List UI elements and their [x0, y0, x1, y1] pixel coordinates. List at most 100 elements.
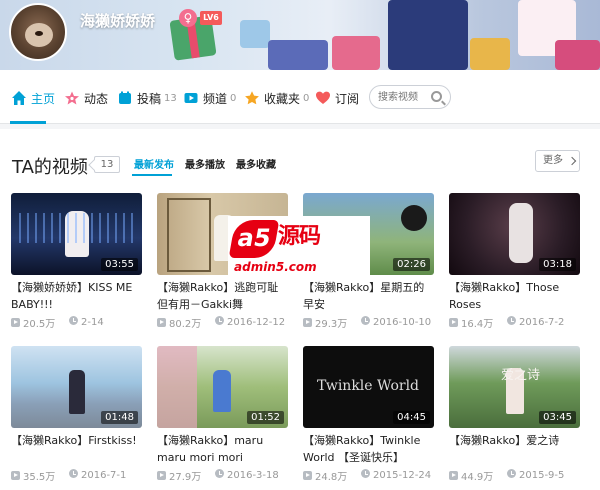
- tab-favorites[interactable]: 收藏夹 0: [244, 88, 309, 108]
- video-thumbnail[interactable]: 01:48: [11, 346, 142, 428]
- video-meta: 80.2万 2016-12-12: [157, 315, 288, 330]
- video-title[interactable]: 【海獭Rakko】maru maru mori mori: [157, 432, 288, 464]
- banner-decoration: [240, 20, 270, 48]
- heart-icon: [316, 91, 330, 104]
- video-views: 24.8万: [315, 472, 348, 483]
- video-meta: 44.9万 2015-9-5: [449, 468, 580, 483]
- play-count-icon: [11, 471, 20, 480]
- search-icon[interactable]: [431, 91, 442, 102]
- gift-box-decoration: [470, 38, 510, 70]
- video-title[interactable]: 【海獭Rakko】Firstkiss!: [11, 432, 142, 464]
- video-views: 35.5万: [23, 472, 56, 483]
- character-decoration: [388, 0, 468, 70]
- video-card[interactable]: Twinkle World 04:45 【海獭Rakko】Twinkle Wor…: [303, 346, 434, 488]
- video-title[interactable]: 【海獭Rakko】星期五的早安: [303, 279, 434, 311]
- video-thumbnail[interactable]: 爱之诗 03:45: [449, 346, 580, 428]
- clock-icon: [507, 469, 516, 478]
- tab-activity[interactable]: 动态: [64, 88, 108, 108]
- thumbnail-caption: 爱之诗: [501, 368, 541, 383]
- profile-banner: 海獭娇娇娇 ♀ LV6: [0, 0, 600, 70]
- search-input[interactable]: [378, 89, 430, 105]
- video-meta: 35.5万 2016-7-1: [11, 468, 142, 483]
- clock-icon: [361, 469, 370, 478]
- video-card[interactable]: 03:55 【海獭娇娇娇】KISS ME BABY!!! 20.5万 2-14: [11, 193, 142, 335]
- tab-uploads[interactable]: 投稿 13: [117, 88, 177, 108]
- video-duration: 01:48: [101, 411, 138, 424]
- clock-icon: [361, 316, 370, 325]
- tab-subscriptions[interactable]: 订阅: [315, 88, 359, 108]
- video-card[interactable]: 03:18 【海獭Rakko】Those Roses 16.4万 2016-7-…: [449, 193, 580, 335]
- sort-tab-newest[interactable]: 最新发布: [134, 156, 174, 171]
- tab-uploads-label: 投稿: [137, 91, 162, 106]
- play-count-icon: [157, 318, 166, 327]
- sort-tab-indicator: [132, 174, 172, 176]
- chevron-right-icon: [567, 156, 577, 166]
- video-title[interactable]: 【海獭Rakko】Twinkle World 【圣诞快乐】: [303, 432, 434, 464]
- more-button[interactable]: 更多: [535, 150, 580, 172]
- activity-icon: [65, 91, 79, 105]
- video-duration: 02:26: [393, 258, 430, 271]
- video-date: 2-14: [81, 317, 104, 328]
- tab-home[interactable]: 主页: [11, 88, 55, 108]
- video-duration: 04:45: [393, 411, 430, 424]
- play-count-icon: [449, 318, 458, 327]
- video-views: 16.4万: [461, 319, 494, 330]
- watermark-url: admin5.com: [234, 260, 317, 274]
- video-views: 80.2万: [169, 319, 202, 330]
- watermark-mark: a5: [228, 220, 280, 258]
- more-button-label: 更多: [543, 155, 563, 166]
- video-card[interactable]: 爱之诗 03:45 【海獭Rakko】爱之诗 44.9万 2015-9-5: [449, 346, 580, 488]
- video-date: 2016-3-18: [227, 470, 279, 481]
- video-duration: 03:45: [539, 411, 576, 424]
- video-title[interactable]: 【海獭娇娇娇】KISS ME BABY!!!: [11, 279, 142, 311]
- video-title[interactable]: 【海獭Rakko】逃跑可耻但有用－Gakki舞: [157, 279, 288, 311]
- video-duration: 03:55: [101, 258, 138, 271]
- video-card[interactable]: 01:52 【海獭Rakko】maru maru mori mori 27.9万…: [157, 346, 288, 488]
- clock-icon: [69, 469, 78, 478]
- upload-icon: [119, 91, 131, 104]
- video-thumbnail[interactable]: 03:55: [11, 193, 142, 275]
- tab-activity-label: 动态: [84, 91, 109, 106]
- clock-icon: [69, 316, 78, 325]
- tab-channels-label: 频道: [203, 91, 228, 106]
- tab-home-label: 主页: [31, 91, 56, 106]
- thumbnail-caption: Twinkle World: [317, 378, 420, 394]
- video-meta: 29.3万 2016-10-10: [303, 315, 434, 330]
- video-views: 29.3万: [315, 319, 348, 330]
- content-area: TA的视频 13 最新发布 最多播放 最多收藏 更多 03:55 【海獭娇娇娇】…: [0, 124, 600, 490]
- username: 海獭娇娇娇: [80, 12, 156, 30]
- video-date: 2016-7-1: [81, 470, 127, 481]
- video-title[interactable]: 【海獭Rakko】Those Roses: [449, 279, 580, 311]
- watermark: a5 源码 admin5.com: [228, 216, 370, 276]
- video-title[interactable]: 【海獭Rakko】爱之诗: [449, 432, 580, 464]
- tab-favorites-count: 0: [303, 92, 310, 104]
- video-date: 2016-12-12: [227, 317, 286, 328]
- clock-icon: [215, 469, 224, 478]
- clock-icon: [507, 316, 516, 325]
- channel-icon: [184, 93, 198, 103]
- video-duration: 03:18: [539, 258, 576, 271]
- tab-favorites-label: 收藏夹: [264, 91, 301, 106]
- video-views: 20.5万: [23, 319, 56, 330]
- avatar[interactable]: [9, 3, 67, 61]
- video-thumbnail[interactable]: Twinkle World 04:45: [303, 346, 434, 428]
- sort-tab-most-favorited[interactable]: 最多收藏: [236, 156, 276, 171]
- video-count-badge: 13: [94, 156, 120, 173]
- tab-uploads-count: 13: [164, 92, 177, 104]
- video-meta: 27.9万 2016-3-18: [157, 468, 288, 483]
- video-date: 2016-7-2: [519, 317, 565, 328]
- play-count-icon: [303, 471, 312, 480]
- play-count-icon: [11, 318, 20, 327]
- tab-subscriptions-label: 订阅: [335, 91, 360, 106]
- sort-tab-most-played[interactable]: 最多播放: [185, 156, 225, 171]
- profile-nav: 主页 动态 投稿 13 频道 0 收藏夹 0 订阅 搜索视频: [0, 70, 600, 124]
- level-badge: LV6: [200, 11, 222, 25]
- watermark-brand: 源码: [278, 224, 321, 249]
- gift-box-decoration: [332, 36, 380, 70]
- video-thumbnail[interactable]: 01:52: [157, 346, 288, 428]
- video-thumbnail[interactable]: 03:18: [449, 193, 580, 275]
- video-card[interactable]: 01:48 【海獭Rakko】Firstkiss! 35.5万 2016-7-1: [11, 346, 142, 488]
- clock-icon: [215, 316, 224, 325]
- tab-channels[interactable]: 频道 0: [183, 88, 236, 108]
- videos-panel: TA的视频 13 最新发布 最多播放 最多收藏 更多 03:55 【海獭娇娇娇】…: [0, 129, 600, 490]
